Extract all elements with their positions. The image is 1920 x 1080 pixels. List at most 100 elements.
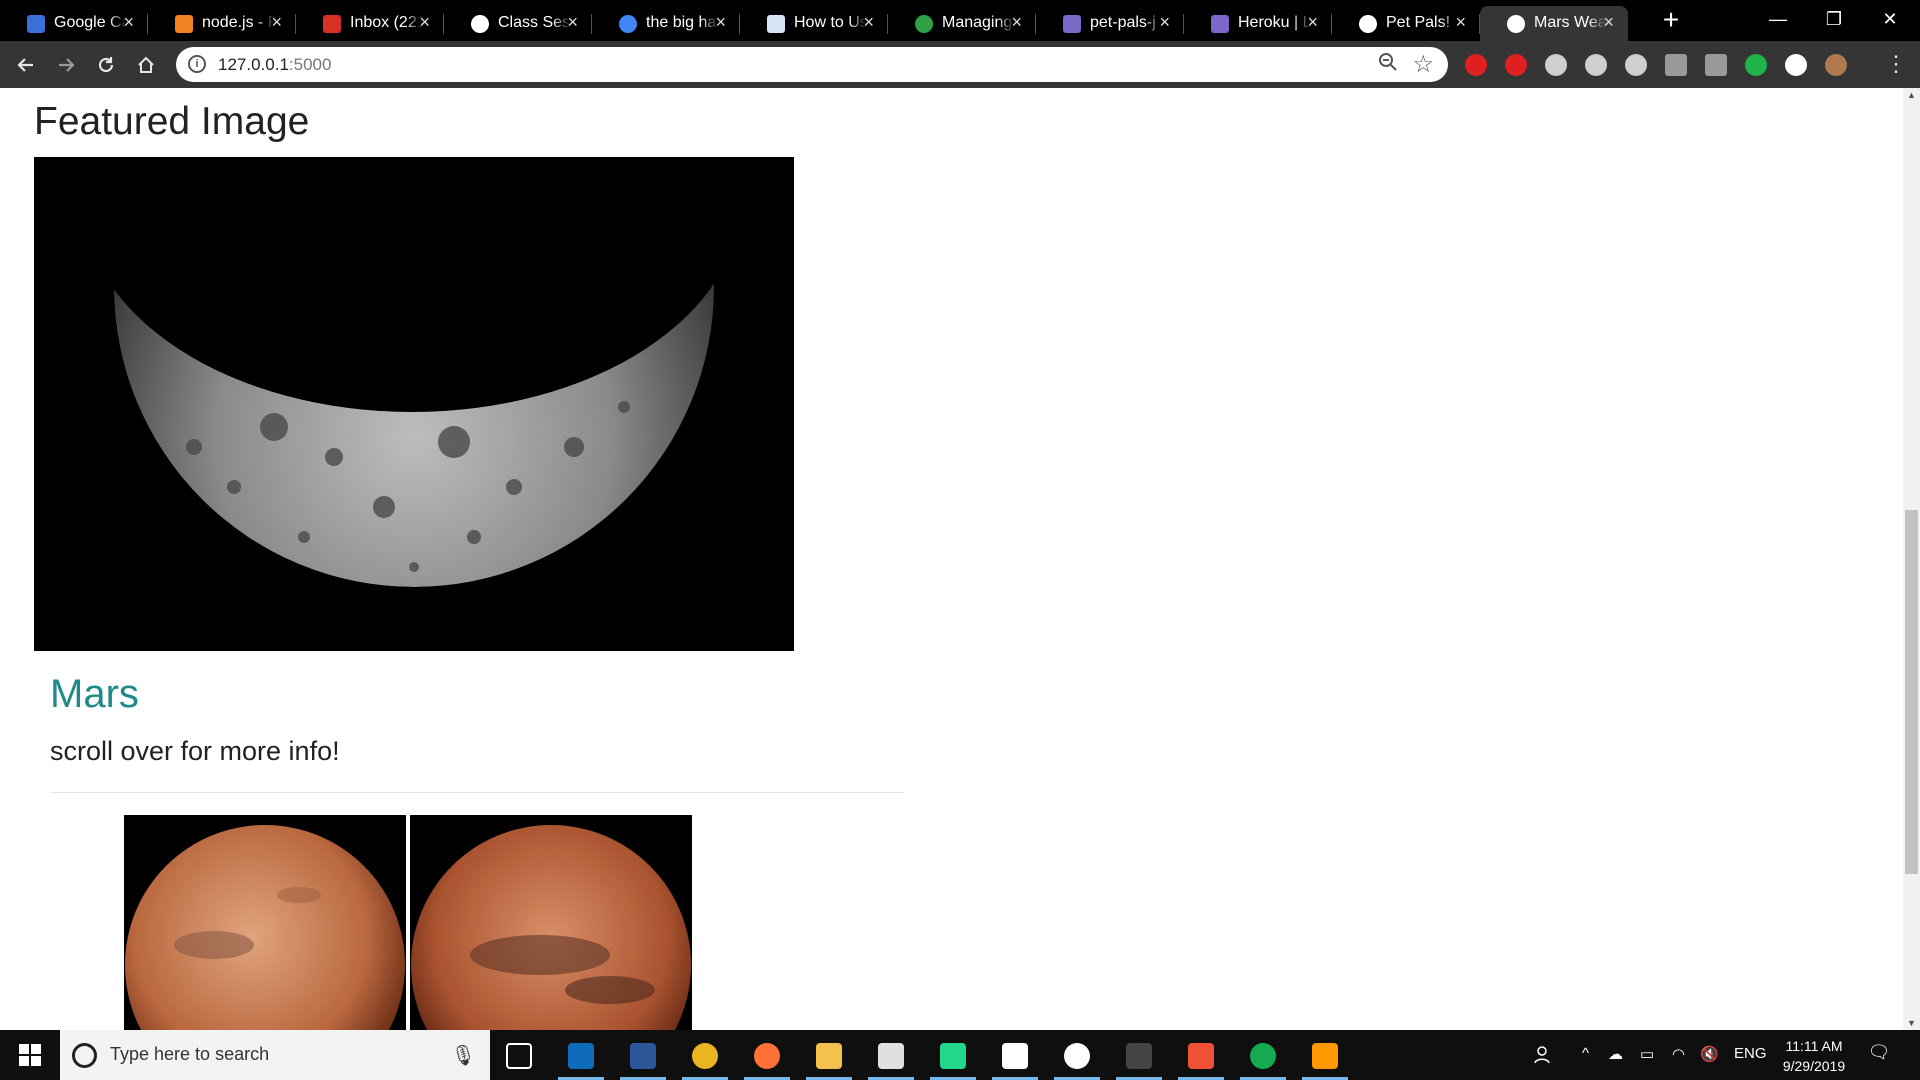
chrome-taskbar-button[interactable] — [676, 1030, 734, 1080]
browser-tab[interactable]: Class Sessi× — [444, 6, 592, 41]
maximize-button[interactable]: ❐ — [1806, 0, 1862, 40]
browser-tab[interactable]: Mars Wea × — [1480, 6, 1628, 41]
y-extension-icon[interactable] — [1665, 54, 1687, 76]
zoom-icon[interactable] — [1378, 52, 1398, 78]
browser-toolbar: i 127.0.0.1:5000 ☆ ⋮ — [0, 41, 1920, 88]
search-placeholder: Type here to search — [110, 1044, 270, 1064]
address-bar[interactable]: i 127.0.0.1:5000 ☆ — [176, 47, 1448, 82]
word-taskbar-button[interactable] — [614, 1030, 672, 1080]
tab-title: the big ha — [646, 14, 717, 31]
git-icon — [1188, 1043, 1214, 1069]
back-button[interactable] — [10, 49, 42, 81]
tab-close-icon[interactable]: × — [1159, 12, 1170, 33]
terminal-taskbar-button[interactable] — [1110, 1030, 1168, 1080]
globe-icon — [1507, 15, 1525, 33]
firefox-taskbar-button[interactable] — [738, 1030, 796, 1080]
scroll-up-arrow-icon[interactable]: ▲ — [1906, 90, 1917, 100]
mongodb-taskbar-button[interactable] — [1234, 1030, 1292, 1080]
tab-close-icon[interactable]: × — [863, 12, 874, 33]
outlook-icon — [568, 1043, 594, 1069]
taskbar-search[interactable]: Type here to search 🎙 — [60, 1030, 490, 1080]
home-icon — [138, 56, 154, 73]
browser-tab[interactable]: Pet Pals! × — [1332, 6, 1480, 41]
page-scrollbar[interactable]: ▲ ▼ — [1903, 88, 1920, 1030]
minimize-button[interactable]: — — [1750, 0, 1806, 40]
github-taskbar-button[interactable] — [1048, 1030, 1106, 1080]
windows-taskbar: Type here to search 🎙 ^ ☁ ▭ ◠ 🔇 ENG 11:1… — [0, 1030, 1920, 1080]
back-arrow-icon — [17, 58, 33, 72]
sublime-taskbar-button[interactable] — [1296, 1030, 1354, 1080]
new-tab-button[interactable]: + — [1656, 6, 1686, 36]
red-extension-icon[interactable] — [1465, 54, 1487, 76]
profile-avatar[interactable] — [1825, 54, 1847, 76]
bookmark-star-icon[interactable]: ☆ — [1412, 50, 1434, 79]
tab-close-icon[interactable]: × — [1307, 12, 1318, 33]
chat-extension-icon[interactable] — [1585, 54, 1607, 76]
browser-tab[interactable]: Heroku | L × — [1184, 6, 1332, 41]
white-circle-extension-icon[interactable] — [1785, 54, 1807, 76]
circle-extension-icon[interactable] — [1545, 54, 1567, 76]
section-divider — [50, 792, 904, 793]
browser-tab[interactable]: Managing × — [888, 6, 1036, 41]
forward-button[interactable] — [50, 49, 82, 81]
scroll-thumb[interactable] — [1905, 510, 1918, 874]
tab-title: Managing — [942, 14, 1013, 31]
site-info-icon[interactable]: i — [188, 55, 206, 73]
tab-close-icon[interactable]: × — [123, 12, 134, 33]
system-clock[interactable]: 11:11 AM 9/29/2019 — [1758, 1036, 1870, 1076]
tab-close-icon[interactable]: × — [1011, 12, 1022, 33]
chrome-menu-icon[interactable]: ⋮ — [1880, 49, 1912, 81]
mongodb-icon — [1250, 1043, 1276, 1069]
slack-taskbar-button[interactable] — [862, 1030, 920, 1080]
word-icon — [630, 1043, 656, 1069]
scroll-down-arrow-icon[interactable]: ▼ — [1906, 1018, 1917, 1028]
slack-icon — [878, 1043, 904, 1069]
home-button[interactable] — [130, 49, 162, 81]
gear-extension-icon[interactable] — [1625, 54, 1647, 76]
people-icon[interactable] — [1534, 1045, 1554, 1069]
wifi-icon[interactable]: ◠ — [1672, 1045, 1685, 1063]
action-center-icon[interactable]: 🗨 — [1866, 1042, 1892, 1068]
tab-title: Mars Wea — [1534, 14, 1607, 31]
sublime-icon — [1312, 1043, 1338, 1069]
hemisphere-image[interactable] — [410, 815, 692, 1030]
browser-tab[interactable]: node.js - F × — [148, 6, 296, 41]
show-hidden-icons-chevron-icon[interactable]: ^ — [1582, 1045, 1589, 1062]
browser-tab[interactable]: pet-pals-j × — [1036, 6, 1184, 41]
start-button[interactable] — [0, 1030, 60, 1080]
hemisphere-image[interactable] — [124, 815, 406, 1030]
task-view-taskbar-button[interactable] — [490, 1030, 548, 1080]
tab-close-icon[interactable]: × — [271, 12, 282, 33]
tab-close-icon[interactable]: × — [567, 12, 578, 33]
browser-tab[interactable]: the big ha × — [592, 6, 740, 41]
tab-title: How to Us — [794, 14, 867, 31]
file-explorer-icon — [816, 1043, 842, 1069]
r-extension-icon[interactable] — [1705, 54, 1727, 76]
reload-button[interactable] — [90, 49, 122, 81]
tab-close-icon[interactable]: × — [715, 12, 726, 33]
battery-icon[interactable]: ▭ — [1640, 1045, 1654, 1063]
tab-title: node.js - F — [202, 14, 275, 31]
tab-close-icon[interactable]: × — [419, 12, 430, 33]
browser-tab[interactable]: Inbox (221 × — [296, 6, 444, 41]
mars-subtitle: scroll over for more info! — [50, 736, 340, 766]
browser-tab[interactable]: How to Us × — [740, 6, 888, 41]
browser-tab[interactable]: Google Ca × — [0, 6, 148, 41]
tab-close-icon[interactable]: × — [1603, 12, 1614, 33]
tab-title: Inbox (221 — [350, 14, 423, 31]
webstorm-taskbar-button[interactable] — [924, 1030, 982, 1080]
tab-close-icon[interactable]: × — [1455, 12, 1466, 33]
volume-muted-icon[interactable]: 🔇 — [1700, 1045, 1719, 1063]
url-text[interactable]: 127.0.0.1:5000 — [218, 55, 331, 75]
outlook-taskbar-button[interactable] — [552, 1030, 610, 1080]
file-explorer-taskbar-button[interactable] — [800, 1030, 858, 1080]
photos-taskbar-button[interactable] — [986, 1030, 1044, 1080]
onedrive-cloud-icon[interactable]: ☁ — [1608, 1045, 1623, 1063]
google-calendar-icon — [27, 15, 45, 33]
close-window-button[interactable]: ✕ — [1862, 0, 1918, 40]
block-extension-icon[interactable] — [1505, 54, 1527, 76]
git-taskbar-button[interactable] — [1172, 1030, 1230, 1080]
python-icon — [767, 15, 785, 33]
microphone-icon[interactable]: 🎙 — [451, 1043, 476, 1068]
green-dot-extension-icon[interactable] — [1745, 54, 1767, 76]
